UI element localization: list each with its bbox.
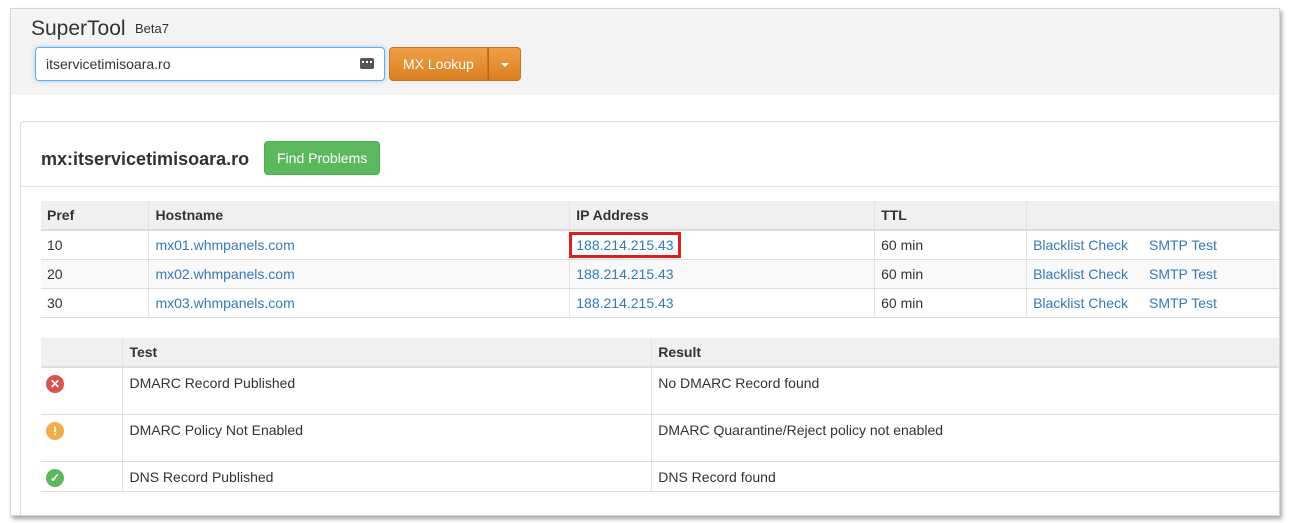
table-row: 20 mx02.whmpanels.com 188.214.215.43 60 …	[41, 259, 1279, 289]
smtp-test-link[interactable]: SMTP Test	[1149, 237, 1217, 253]
blacklist-check-link[interactable]: Blacklist Check	[1033, 237, 1128, 253]
pref-cell: 20	[41, 259, 150, 289]
highlighted-ip-box: 188.214.215.43	[569, 231, 681, 258]
test-name-cell: DNS Record Published	[122, 461, 653, 492]
ip-address-link[interactable]: 188.214.215.43	[576, 266, 673, 282]
check-circle-icon: ✓	[46, 468, 64, 487]
column-header-ttl: TTL	[874, 201, 1028, 231]
table-row: ✓ DNS Record Published DNS Record found	[41, 461, 1279, 492]
main-content: mx:itservicetimisoara.ro Find Problems P…	[11, 95, 1279, 515]
x-circle-icon: ✕	[46, 375, 64, 393]
table-header-row: Test Result	[41, 338, 1279, 368]
pref-cell: 30	[41, 288, 150, 318]
domain-search-input[interactable]	[46, 55, 346, 73]
ttl-cell: 60 min	[874, 259, 1028, 289]
test-name-cell: DMARC Policy Not Enabled	[122, 414, 653, 462]
mx-records-table: Pref Hostname IP Address TTL 10 mx01.whm…	[41, 201, 1279, 318]
column-header-hostname: Hostname	[148, 201, 571, 231]
ip-address-link[interactable]: 188.214.215.43	[576, 295, 673, 311]
table-row: ✕ DMARC Record Published No DMARC Record…	[41, 367, 1279, 415]
test-name-cell: DMARC Record Published	[122, 367, 653, 415]
column-header-ip-address: IP Address	[569, 201, 876, 231]
actions-cell: Blacklist Check SMTP Test	[1026, 259, 1279, 289]
app-window: SuperTool Beta7 MX Lookup mx:itserviceti…	[10, 8, 1280, 516]
ttl-cell: 60 min	[874, 230, 1028, 260]
column-header-pref: Pref	[41, 201, 150, 231]
hostname-link[interactable]: mx01.whmpanels.com	[155, 237, 294, 253]
app-title: SuperTool	[31, 17, 126, 40]
column-header-test: Test	[122, 338, 653, 368]
find-problems-button[interactable]: Find Problems	[264, 141, 381, 175]
status-cell: ✕	[41, 367, 124, 415]
version-badge: Beta7	[135, 21, 169, 36]
panel-title: mx:itservicetimisoara.ro	[41, 149, 250, 169]
results-panel: mx:itservicetimisoara.ro Find Problems P…	[20, 121, 1279, 515]
pref-cell: 10	[41, 230, 150, 260]
table-row: 30 mx03.whmpanels.com 188.214.215.43 60 …	[41, 288, 1279, 318]
actions-cell: Blacklist Check SMTP Test	[1026, 230, 1279, 260]
keyboard-icon[interactable]	[360, 58, 374, 69]
lookup-dropdown-toggle[interactable]	[487, 47, 521, 81]
blacklist-check-link[interactable]: Blacklist Check	[1033, 295, 1128, 311]
ip-address-link[interactable]: 188.214.215.43	[576, 237, 673, 253]
ttl-cell: 60 min	[874, 288, 1028, 318]
actions-cell: Blacklist Check SMTP Test	[1026, 288, 1279, 318]
hostname-link[interactable]: mx02.whmpanels.com	[155, 266, 294, 282]
smtp-test-link[interactable]: SMTP Test	[1149, 295, 1217, 311]
exclamation-circle-icon: !	[46, 421, 64, 440]
table-header-row: Pref Hostname IP Address TTL	[41, 201, 1279, 231]
blacklist-check-link[interactable]: Blacklist Check	[1033, 266, 1128, 282]
column-header-result: Result	[651, 338, 1279, 368]
column-header-status	[41, 338, 124, 368]
table-row: ! DMARC Policy Not Enabled DMARC Quarant…	[41, 414, 1279, 462]
column-header-actions	[1026, 201, 1279, 231]
smtp-test-link[interactable]: SMTP Test	[1149, 266, 1217, 282]
mx-lookup-button[interactable]: MX Lookup	[389, 47, 488, 81]
divider	[21, 186, 1279, 187]
domain-search-field[interactable]	[35, 47, 385, 81]
result-cell: DMARC Quarantine/Reject policy not enabl…	[651, 414, 1279, 462]
status-cell: ✓	[41, 461, 124, 492]
result-cell: DNS Record found	[651, 461, 1279, 492]
table-row: 10 mx01.whmpanels.com 188.214.215.43 60 …	[41, 230, 1279, 260]
test-results-table: Test Result ✕ DMARC Record Published No …	[41, 338, 1279, 492]
lookup-button-group: MX Lookup	[389, 47, 521, 81]
status-cell: !	[41, 414, 124, 462]
result-cell: No DMARC Record found	[651, 367, 1279, 415]
hostname-link[interactable]: mx03.whmpanels.com	[155, 295, 294, 311]
